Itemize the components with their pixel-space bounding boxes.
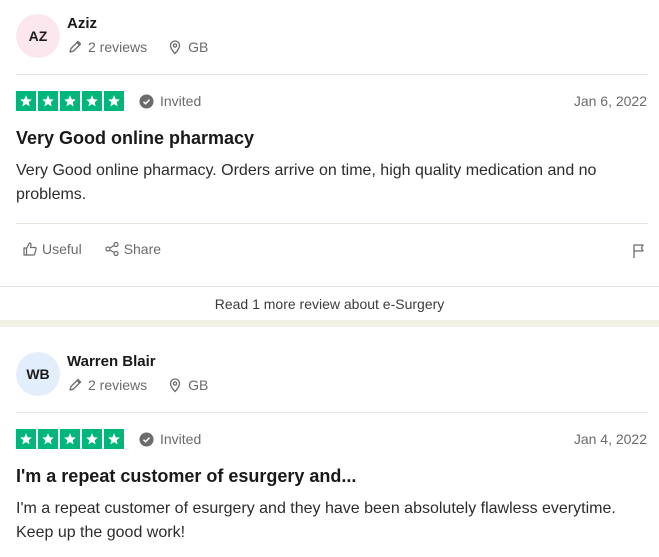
review-title[interactable]: I'm a repeat customer of esurgery and... (16, 466, 356, 487)
location-pin-icon (167, 377, 183, 393)
flag-icon[interactable] (631, 243, 647, 259)
star-icon (16, 91, 36, 111)
reviewer-meta: 2 reviews GB (67, 377, 208, 393)
invited-label: Invited (160, 431, 202, 447)
reviewer-name[interactable]: Aziz (67, 15, 97, 32)
review-body: Very Good online pharmacy. Orders arrive… (16, 162, 597, 203)
invited-badge[interactable]: Invited (139, 93, 201, 109)
star-icon (38, 91, 58, 111)
invited-label: Invited (160, 93, 202, 109)
read-more-link[interactable]: Read 1 more review about e-Surgery (0, 286, 659, 321)
reviews-count: 2 reviews (88, 39, 148, 55)
review-date: Jan 4, 2022 (573, 431, 647, 447)
pencil-icon (67, 377, 83, 393)
location-pin-icon (167, 39, 183, 55)
star-icon (104, 91, 124, 111)
review-title[interactable]: Very Good online pharmacy (16, 128, 254, 149)
check-circle-icon (139, 93, 154, 109)
share-icon (104, 241, 120, 257)
star-icon (38, 429, 58, 449)
star-rating (16, 429, 124, 449)
share-button[interactable]: Share (104, 241, 161, 257)
useful-label: Useful (42, 241, 82, 257)
reviews-count: 2 reviews (88, 377, 148, 393)
star-rating (16, 91, 124, 111)
star-icon (60, 91, 80, 111)
divider (16, 74, 648, 75)
review-actions: Useful Share (22, 241, 183, 257)
divider (16, 223, 648, 224)
star-icon (16, 429, 36, 449)
review-card: WB Warren Blair 2 reviews GB Invited Jan… (0, 327, 659, 557)
avatar[interactable]: AZ (16, 14, 60, 58)
invited-badge[interactable]: Invited (139, 431, 201, 447)
divider (16, 412, 648, 413)
check-circle-icon (139, 431, 154, 447)
star-icon (104, 429, 124, 449)
reviewer-meta: 2 reviews GB (67, 39, 208, 55)
review-body: I'm a repeat customer of esurgery and th… (16, 500, 616, 541)
country: GB (188, 39, 209, 55)
reviewer-name[interactable]: Warren Blair (67, 353, 156, 370)
share-label: Share (123, 241, 162, 257)
review-card: AZ Aziz 2 reviews GB Invited Jan 6, 2022… (0, 0, 659, 286)
avatar[interactable]: WB (16, 352, 60, 396)
section-separator (0, 320, 659, 327)
review-date: Jan 6, 2022 (573, 93, 647, 109)
star-icon (82, 91, 102, 111)
useful-button[interactable]: Useful (22, 241, 82, 257)
star-icon (60, 429, 80, 449)
pencil-icon (67, 39, 83, 55)
star-icon (82, 429, 102, 449)
thumbs-up-icon (22, 241, 38, 257)
country: GB (188, 377, 209, 393)
